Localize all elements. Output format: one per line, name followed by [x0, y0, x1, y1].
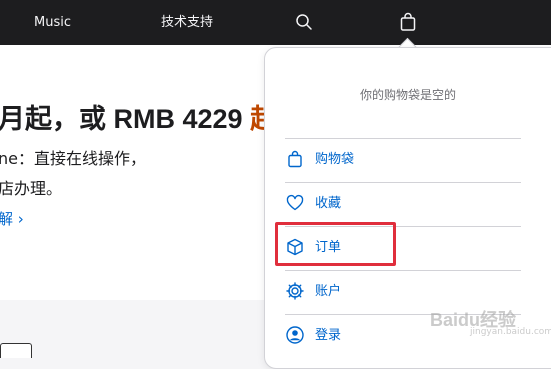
menu-item-label: 购物袋: [315, 152, 355, 167]
baidu-watermark-url: jingyan.baidu.com: [470, 327, 551, 337]
menu-item-label: 收藏: [315, 196, 342, 211]
lower-device-outline: [0, 343, 32, 358]
hero-description-line2: 店办理。: [0, 179, 63, 198]
nav-music-link[interactable]: Music: [34, 0, 71, 45]
gear-icon: [285, 281, 305, 301]
heart-icon: [285, 193, 305, 213]
search-icon[interactable]: [294, 12, 314, 32]
hero-learn-more-link[interactable]: 解 ›: [0, 208, 24, 229]
shopping-bag-icon[interactable]: [398, 12, 418, 32]
menu-item-bag[interactable]: 购物袋: [285, 138, 521, 182]
person-circle-icon: [285, 325, 305, 345]
hero-price-headline: 月起，或 RMB 4229 起: [0, 97, 277, 136]
nav-support-link[interactable]: 技术支持: [161, 0, 213, 45]
bag-empty-message: 你的购物袋是空的: [359, 88, 456, 102]
bag-icon: [285, 149, 305, 169]
global-nav: Music 技术支持: [0, 0, 551, 45]
annotation-highlight-box: [275, 222, 396, 266]
menu-item-label: 登录: [315, 328, 342, 343]
menu-item-label: 账户: [315, 284, 342, 299]
menu-item-favorites[interactable]: 收藏: [285, 182, 521, 226]
hero-price-text: 月起，或 RMB 4229: [0, 104, 251, 134]
hero-description-line1: ne：直接在线操作，: [0, 149, 146, 168]
